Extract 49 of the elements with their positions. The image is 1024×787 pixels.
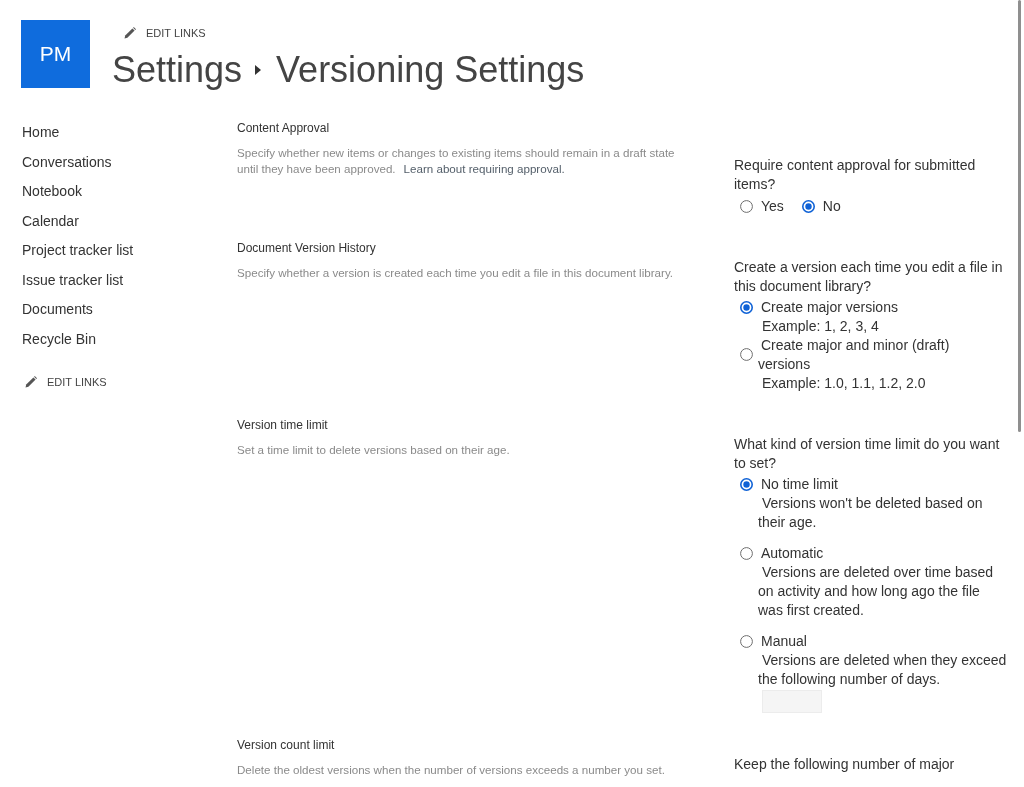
caret-icon (255, 65, 262, 75)
example-text: Example: 1, 2, 3, 4 (761, 316, 880, 336)
radio-button[interactable] (740, 300, 753, 314)
nav-link[interactable]: Conversations (22, 147, 112, 177)
section-description: Specify whether a version is created each time you edit a file in this document library. (237, 264, 675, 281)
radio-label[interactable]: Yes (761, 196, 784, 216)
scrollbar-thumb[interactable] (1018, 0, 1021, 432)
edit-links-link[interactable]: EDIT LINKS (124, 25, 206, 41)
radio-button[interactable] (801, 199, 815, 213)
section-description: Specify whether new items or changes to existing items should remain in a draft state until they have been approved. Learn about requiring approval. (237, 145, 676, 177)
help-link[interactable]: Learn about requiring approval. (403, 162, 565, 175)
radio-button[interactable] (740, 634, 753, 648)
question-text: Require content approval for submitted items? (734, 155, 977, 194)
question-text: What kind of version time limit do you want to set? (734, 434, 1001, 473)
radio-button[interactable] (740, 348, 753, 361)
radio-label[interactable]: Manual (758, 631, 807, 651)
question-text: Create a version each time you edit a file in this document library? (734, 257, 1004, 296)
radio-label[interactable]: Create major and minor (draft) versions (758, 335, 998, 374)
pencil-icon (124, 27, 136, 39)
radio-label[interactable]: Create major versions (758, 297, 898, 317)
edit-links-link[interactable]: EDIT LINKS (25, 374, 107, 390)
option-description: Versions are deleted over time based on activity and how long ago the file was first created. (758, 562, 995, 620)
radio-button[interactable] (740, 477, 753, 491)
breadcrumb-link[interactable]: Settings (112, 48, 243, 92)
nav-link[interactable]: Documents (22, 295, 93, 325)
section-title: Document Version History (237, 239, 377, 256)
pencil-icon (25, 376, 37, 388)
section-description: Set a time limit to delete versions based on their age. (237, 441, 511, 458)
nav-link[interactable]: Home (22, 118, 60, 148)
radio-label[interactable]: No time limit (758, 474, 838, 494)
radio-button[interactable] (740, 546, 753, 560)
section-title: Version count limit (237, 736, 336, 753)
nav-link[interactable]: Calendar (22, 206, 79, 236)
section-title: Content Approval (237, 120, 331, 136)
question-text: Keep the following number of major (734, 754, 956, 774)
section-title: Version time limit (237, 416, 329, 433)
nav-link[interactable]: Issue tracker list (22, 265, 124, 295)
radio-button[interactable] (740, 199, 753, 213)
site-logo[interactable]: PM (21, 20, 90, 88)
radio-label[interactable]: No (822, 196, 841, 216)
option-description: Versions won't be deleted based on their age. (758, 493, 984, 532)
nav-link[interactable]: Recycle Bin (22, 324, 96, 354)
section-description: Delete the oldest versions when the number of versions exceeds a number you set. (237, 761, 666, 778)
nav-link[interactable]: Notebook (22, 177, 82, 207)
option-description: Versions are deleted when they exceed the following number of days. (758, 650, 1008, 689)
nav-link[interactable]: Project tracker list (22, 236, 134, 266)
example-text: Example: 1.0, 1.1, 1.2, 2.0 (761, 373, 927, 393)
radio-label[interactable]: Automatic (758, 543, 824, 563)
page-title: Versioning Settings (276, 48, 585, 92)
